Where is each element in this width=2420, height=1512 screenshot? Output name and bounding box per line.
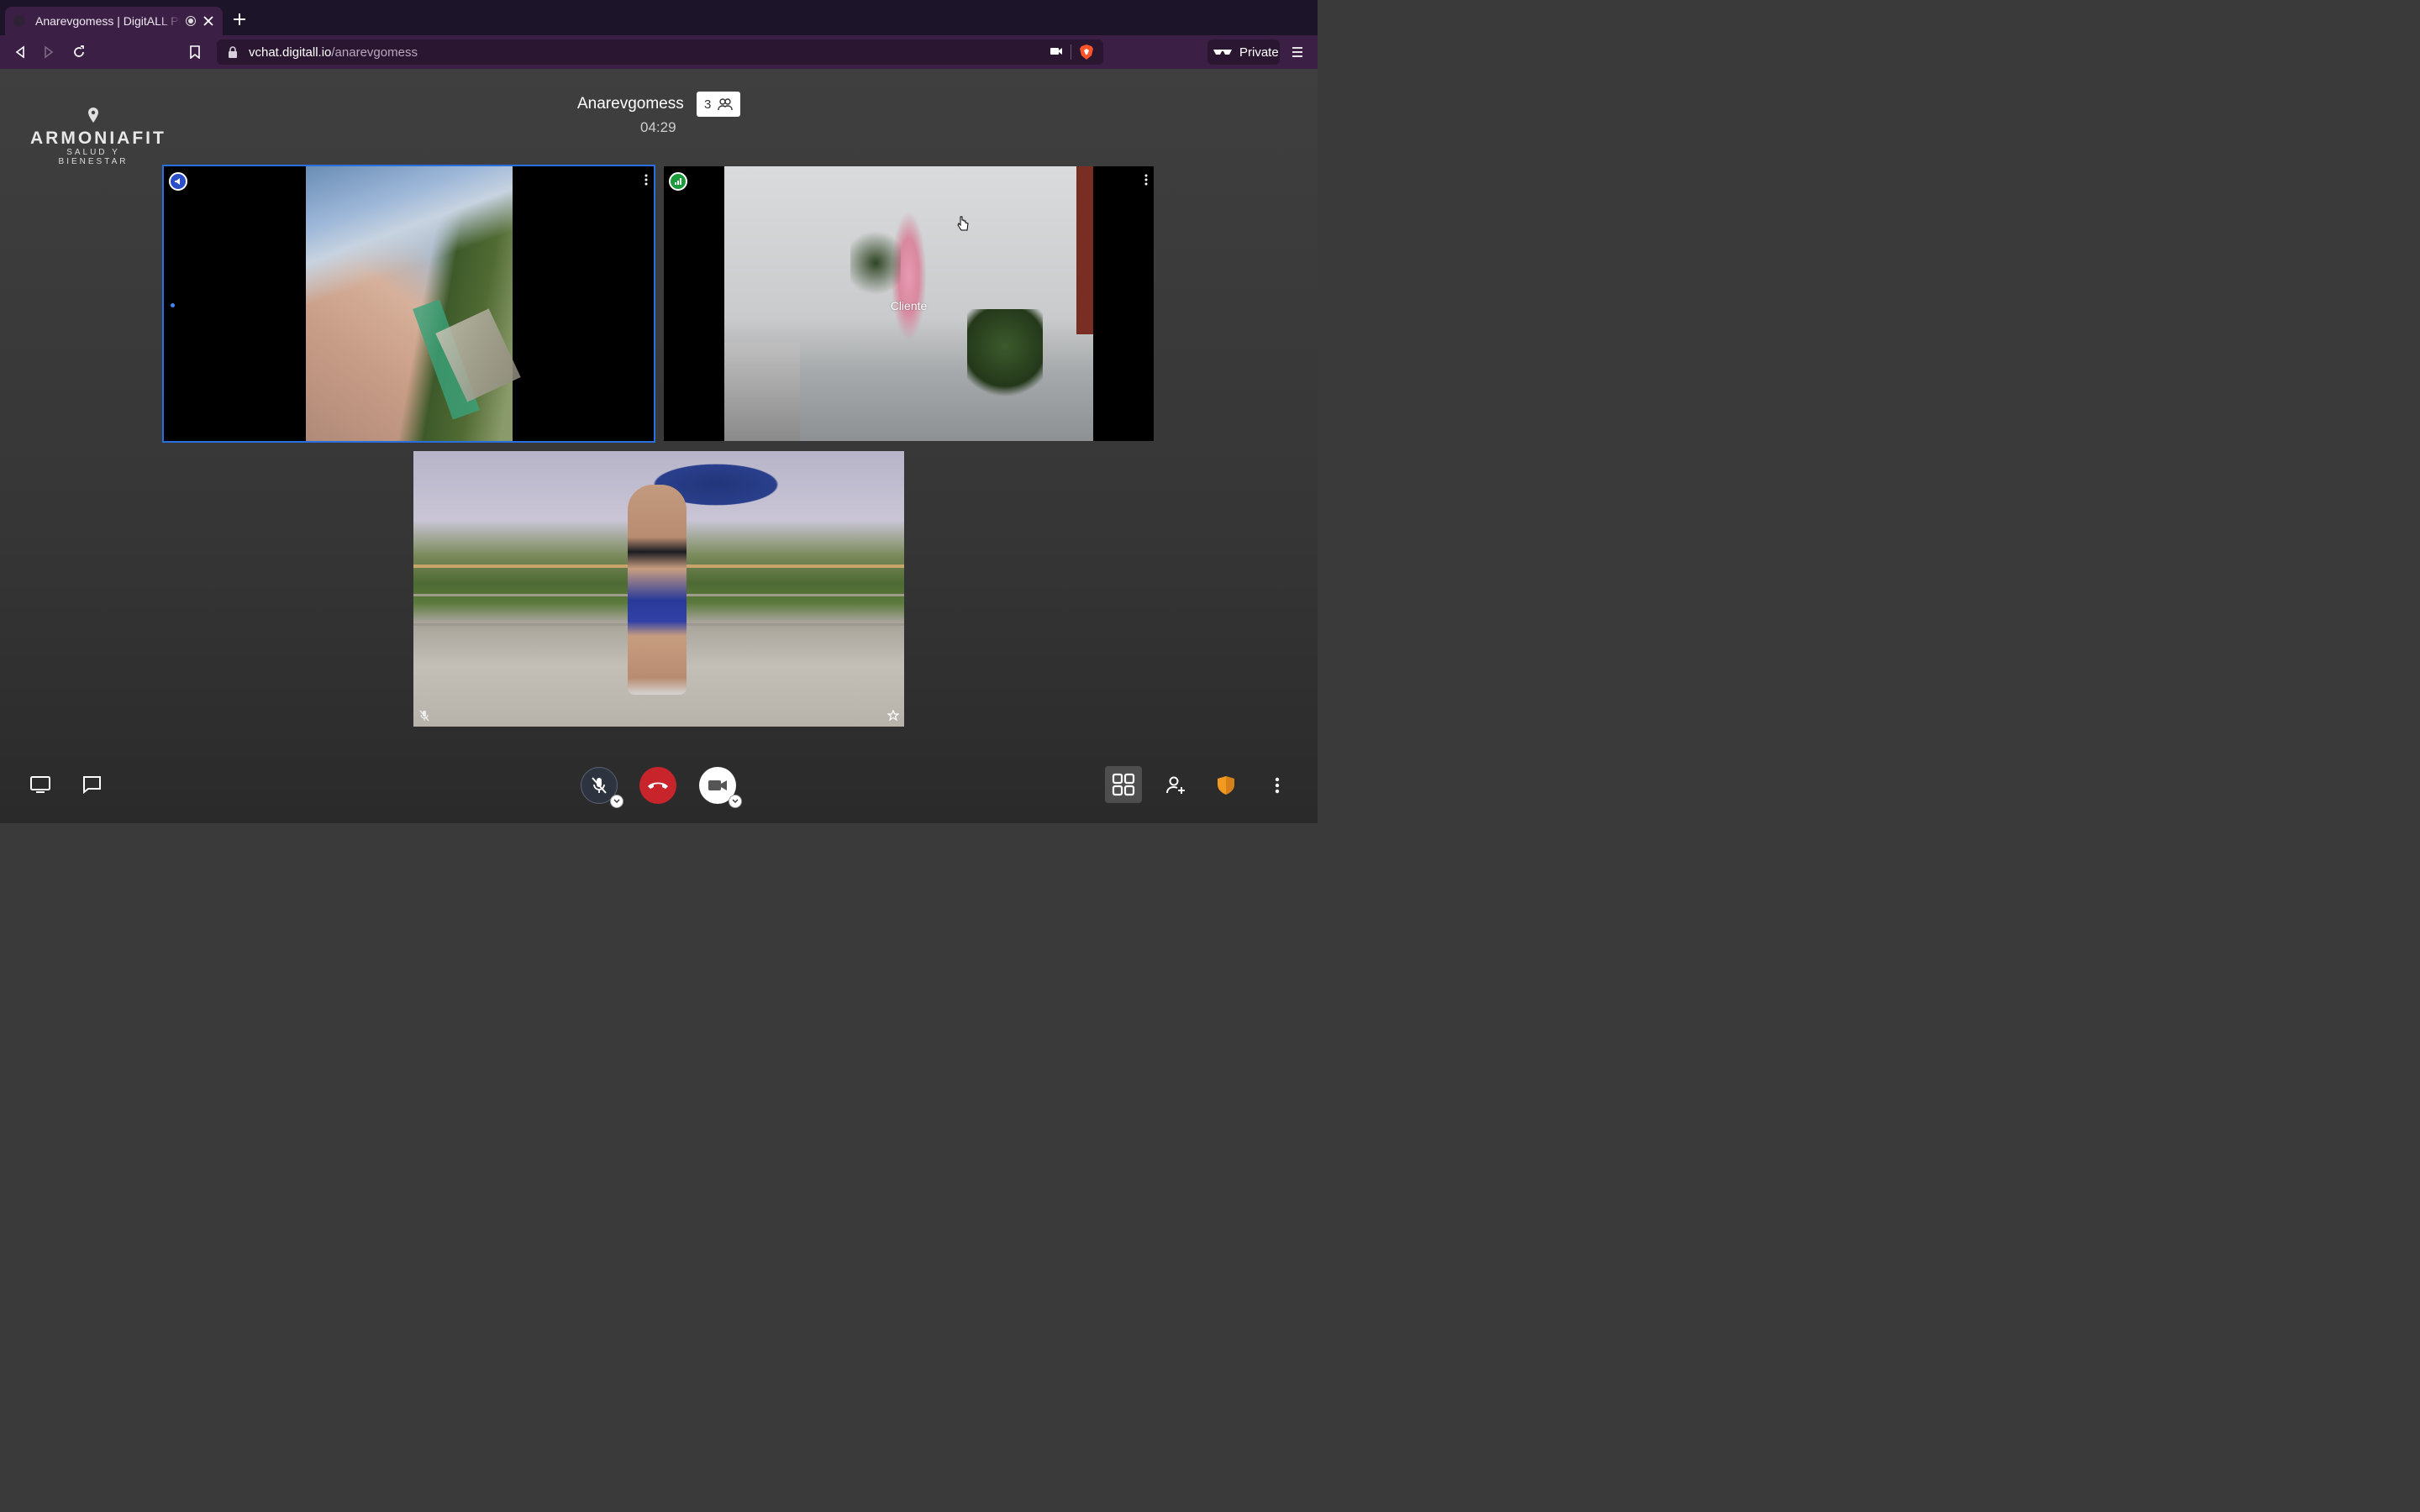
browser-tab[interactable]: Anarevgomess | DigitALL PRO <box>5 7 223 35</box>
hangup-button[interactable] <box>639 767 676 804</box>
chat-icon[interactable] <box>81 774 103 795</box>
video-detail <box>724 343 800 441</box>
back-icon[interactable] <box>12 44 29 60</box>
new-tab-icon[interactable] <box>232 12 247 27</box>
participant-tile-cliente[interactable]: Cliente <box>664 166 1154 441</box>
forward-icon[interactable] <box>40 44 57 60</box>
recording-indicator-icon <box>186 16 196 26</box>
participant-tile-local[interactable] <box>413 451 904 727</box>
mouse-cursor-icon <box>957 216 969 231</box>
private-glasses-icon <box>1213 50 1232 55</box>
mic-off-icon <box>592 777 607 794</box>
mic-options-chevron-icon[interactable] <box>610 795 623 808</box>
pin-star-icon[interactable] <box>887 710 899 722</box>
participants-icon <box>718 98 734 111</box>
tab-title: Anarevgomess | DigitALL PRO <box>35 14 181 28</box>
video-detail <box>967 309 1043 402</box>
address-bar[interactable]: vchat.digitall.io/anarevgomess <box>217 39 1103 65</box>
brave-shields-icon[interactable] <box>1079 44 1094 60</box>
participant-tile-speaker[interactable] <box>162 165 655 443</box>
participant-name: Cliente <box>890 299 928 312</box>
mic-muted-icon <box>419 710 429 722</box>
security-shield-icon[interactable] <box>1216 774 1236 796</box>
armoniafit-logo: ARMONIAFIT SALUD Y BIENESTAR <box>30 107 166 166</box>
lock-icon <box>229 46 237 58</box>
video-detail <box>628 485 687 695</box>
participant-count: 3 <box>704 97 712 112</box>
url-text: vchat.digitall.io/anarevgomess <box>249 45 418 60</box>
room-name: Anarevgomess <box>577 95 684 113</box>
audio-level-indicator <box>171 303 175 307</box>
tile-menu-icon[interactable] <box>1144 174 1148 186</box>
private-window-badge[interactable]: Private <box>1207 39 1280 65</box>
private-label: Private <box>1239 45 1279 60</box>
participant-count-button[interactable]: 3 <box>697 92 740 117</box>
logo-brand: ARMONIAFIT <box>30 129 166 148</box>
grid-view-button[interactable] <box>1105 766 1142 803</box>
call-timer: 04:29 <box>640 119 676 135</box>
camera-icon <box>708 780 727 790</box>
participant-video <box>306 166 521 441</box>
grid-view-icon <box>1112 773 1135 796</box>
bookmark-icon[interactable] <box>187 44 203 60</box>
camera-in-use-icon[interactable] <box>1050 45 1063 57</box>
camera-options-chevron-icon[interactable] <box>729 795 742 808</box>
location-pin-icon <box>88 108 98 123</box>
logo-tagline: SALUD Y BIENESTAR <box>58 148 129 166</box>
tab-favicon-icon <box>13 15 25 27</box>
connection-quality-icon[interactable] <box>669 172 687 191</box>
invite-user-icon[interactable] <box>1165 775 1186 795</box>
video-detail <box>850 225 901 301</box>
browser-tab-bar: Anarevgomess | DigitALL PRO <box>0 0 1318 35</box>
reload-icon[interactable] <box>71 44 87 60</box>
screen-share-icon[interactable] <box>29 774 52 795</box>
browser-menu-icon[interactable] <box>1291 45 1304 60</box>
video-meeting: ARMONIAFIT SALUD Y BIENESTAR Anarevgomes… <box>0 69 1318 823</box>
hangup-icon <box>648 782 668 789</box>
participant-video <box>413 451 904 727</box>
dominant-speaker-icon <box>169 172 187 191</box>
url-path: /anarevgomess <box>331 45 418 60</box>
tile-menu-icon[interactable] <box>644 174 648 186</box>
browser-toolbar: vchat.digitall.io/anarevgomess Private <box>0 35 1318 69</box>
close-tab-icon[interactable] <box>203 15 214 27</box>
url-domain: vchat.digitall.io <box>249 45 332 60</box>
call-toolbar <box>0 748 1318 823</box>
more-options-icon[interactable] <box>1269 774 1286 796</box>
